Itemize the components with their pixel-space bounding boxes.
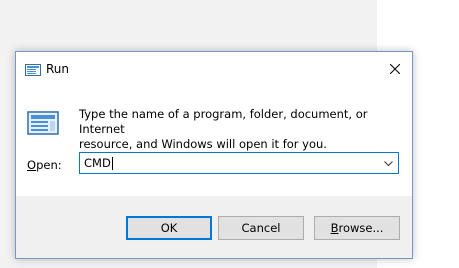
ok-button[interactable]: OK <box>126 216 212 240</box>
description-line-1: Type the name of a program, folder, docu… <box>79 107 368 136</box>
open-input[interactable]: CMD <box>84 153 113 173</box>
run-dialog: Run Type the name of a program, folder, … <box>15 51 413 259</box>
dropdown-button[interactable] <box>380 153 396 173</box>
browse-button-label: rowse... <box>338 221 384 235</box>
browse-button-accelerator: B <box>330 221 339 235</box>
cancel-button-label: Cancel <box>241 221 281 235</box>
open-label-accelerator: O <box>27 158 37 172</box>
close-button[interactable] <box>378 52 412 86</box>
dialog-description: Type the name of a program, folder, docu… <box>79 107 399 152</box>
button-bar: OK Cancel Browse... <box>16 196 412 258</box>
chevron-down-icon <box>383 160 393 166</box>
text-caret <box>111 157 113 170</box>
ok-button-label: OK <box>160 221 178 235</box>
open-label: Open: <box>27 158 62 172</box>
title-bar[interactable]: Run <box>16 52 412 86</box>
open-input-value: CMD <box>84 156 111 170</box>
run-icon <box>27 111 59 135</box>
dialog-title: Run <box>46 62 70 76</box>
close-icon <box>390 64 400 74</box>
open-label-text: pen: <box>36 158 62 172</box>
description-line-2: resource, and Windows will open it for y… <box>79 137 327 151</box>
browse-button[interactable]: Browse... <box>314 216 400 240</box>
cancel-button[interactable]: Cancel <box>218 216 304 240</box>
run-app-icon <box>25 64 41 76</box>
dialog-content: Type the name of a program, folder, docu… <box>16 86 412 196</box>
open-combobox[interactable]: CMD <box>79 152 399 174</box>
